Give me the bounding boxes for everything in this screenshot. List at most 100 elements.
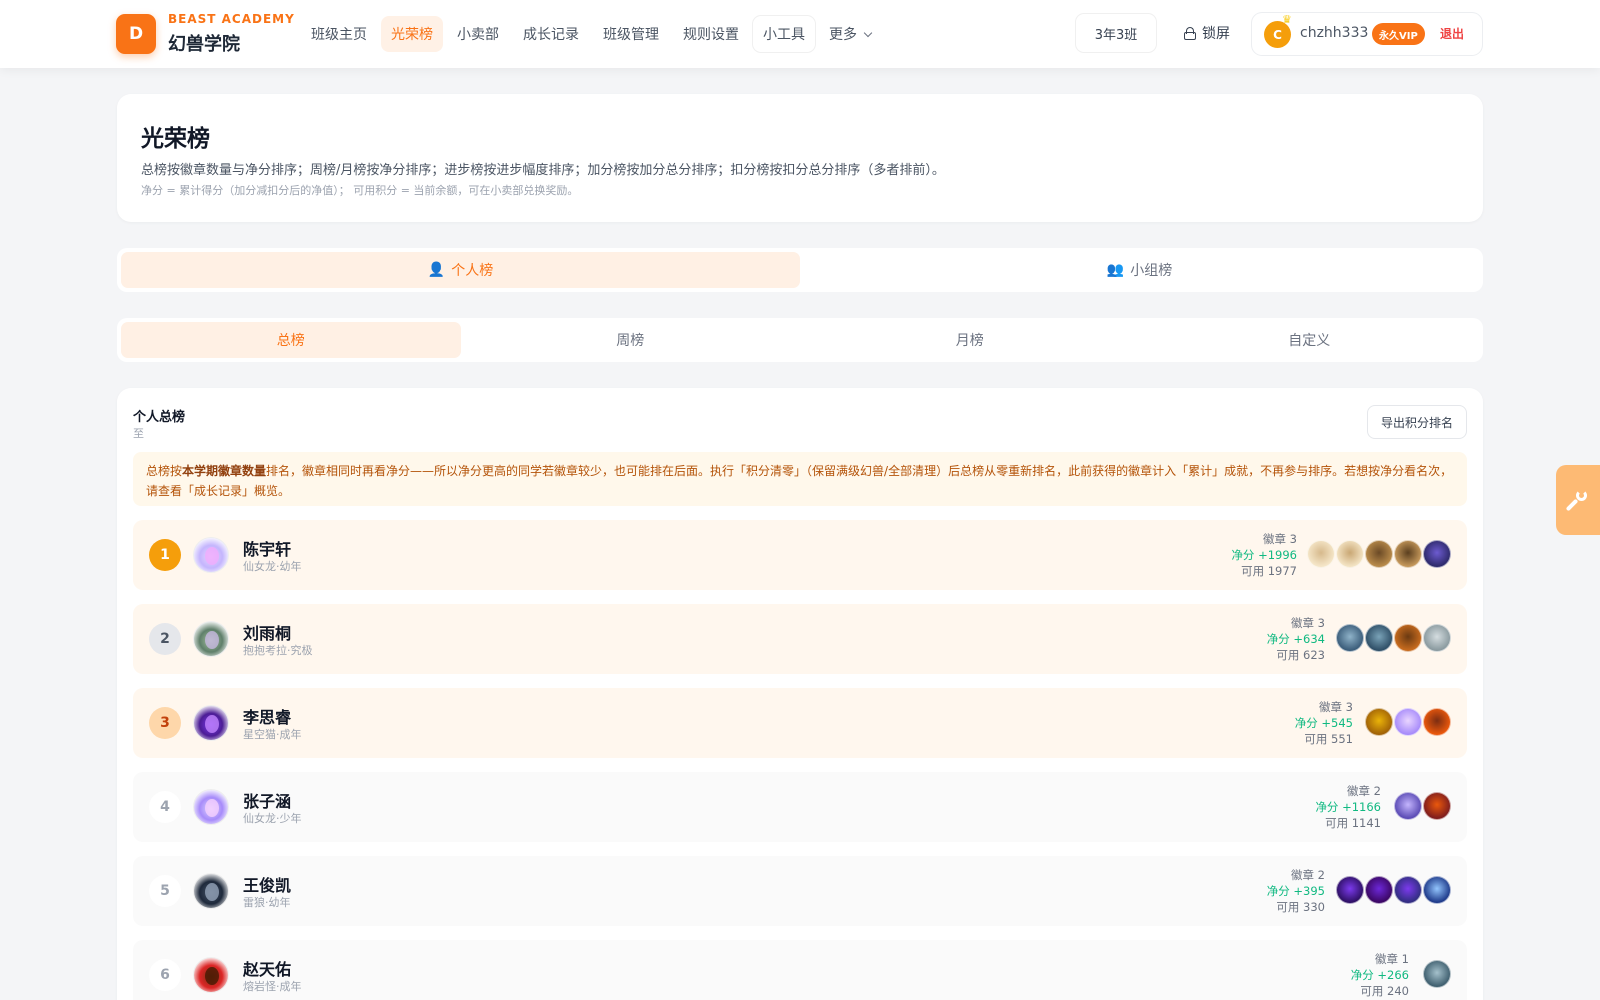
badge-icon[interactable] [1365, 708, 1393, 736]
ranking-title: 个人总榜 [133, 410, 186, 425]
ranking-row[interactable]: 2 刘雨桐 抱抱考拉·究极 徽章 3 净分 +634 可用 623 [133, 604, 1467, 674]
ranking-row[interactable]: 4 张子涵 仙女龙·少年 徽章 2 净分 +1166 可用 1141 [133, 772, 1467, 842]
badge-icon[interactable] [1336, 876, 1364, 904]
top-navbar: D BEAST ACADEMY 幻兽学院 班级主页 光荣榜 小卖部 成长记录 班… [0, 0, 1600, 68]
logout-button[interactable]: 退出 [1440, 25, 1464, 42]
logo-icon[interactable]: D [116, 14, 156, 54]
badge-icon[interactable] [1423, 540, 1451, 568]
lock-screen-label: 锁屏 [1202, 26, 1230, 42]
badge-list [1394, 792, 1451, 820]
pet-avatar [193, 957, 229, 993]
net-score: 净分 +266 [1350, 968, 1409, 982]
pet-info: 熔岩怪·成年 [243, 980, 302, 993]
nav-item-tools[interactable]: 小工具 [753, 16, 815, 52]
badge-count: 徽章 3 [1319, 700, 1353, 714]
available-points: 可用 623 [1276, 648, 1325, 662]
class-selector[interactable]: 3年3班 [1076, 14, 1156, 52]
main-nav: 班级主页 光荣榜 小卖部 成长记录 班级管理 规则设置 小工具 更多 [301, 16, 881, 52]
ranking-card: 个人总榜 至 导出积分排名 总榜按本学期徽章数量排名，徽章相同时再看净分——所以… [117, 388, 1483, 1000]
badge-count: 徽章 3 [1263, 532, 1297, 546]
nav-item-class-management[interactable]: 班级管理 [593, 16, 669, 52]
badge-icon[interactable] [1365, 876, 1393, 904]
badge-list [1307, 540, 1451, 568]
tab-group[interactable]: 👥 小组榜 [800, 252, 1479, 288]
nav-item-honor-board[interactable]: 光荣榜 [381, 16, 443, 52]
pet-info: 抱抱考拉·究极 [243, 644, 313, 657]
badge-icon[interactable] [1423, 708, 1451, 736]
pet-info: 仙女龙·幼年 [243, 560, 302, 573]
page-description: 总榜按徽章数量与净分排序；周榜/月榜按净分排序；进步榜按进步幅度排序；加分榜按加… [141, 163, 945, 178]
person-icon: 👤 [427, 262, 446, 278]
ranking-row[interactable]: 1 陈宇轩 仙女龙·幼年 徽章 3 净分 +1996 可用 1977 [133, 520, 1467, 590]
ranking-row[interactable]: 5 王俊凯 雷狼·幼年 徽章 2 净分 +395 可用 330 [133, 856, 1467, 926]
ranking-notice: 总榜按本学期徽章数量排名，徽章相同时再看净分——所以净分更高的同学若徽章较少，也… [133, 452, 1467, 506]
wrench-icon [1565, 489, 1589, 512]
brand-name-cn[interactable]: 幻兽学院 [168, 30, 240, 56]
badge-icon[interactable] [1336, 624, 1364, 652]
nav-item-more[interactable]: 更多 [819, 16, 881, 52]
net-score: 净分 +545 [1294, 716, 1353, 730]
notice-emphasis: 本学期徽章数量 [182, 464, 267, 478]
nav-item-class-home[interactable]: 班级主页 [301, 16, 377, 52]
rank-number: 6 [149, 959, 181, 991]
pet-avatar [193, 873, 229, 909]
export-ranking-button[interactable]: 导出积分排名 [1367, 405, 1467, 439]
ranking-row[interactable]: 6 赵天佑 熔岩怪·成年 徽章 1 净分 +266 可用 240 [133, 940, 1467, 1000]
badge-list [1365, 708, 1451, 736]
badge-icon[interactable] [1423, 876, 1451, 904]
pet-info: 星空猫·成年 [243, 728, 302, 741]
badge-icon[interactable] [1365, 540, 1393, 568]
lock-icon [1184, 26, 1196, 40]
group-icon: 👥 [1106, 262, 1125, 278]
tab-overall[interactable]: 总榜 [121, 322, 461, 358]
notice-body: 排名，徽章相同时再看净分——所以净分更高的同学若徽章较少，也可能排在后面。执行「… [146, 464, 1453, 498]
period-tabs: 总榜 周榜 月榜 自定义 [117, 318, 1483, 362]
username: chzhh333 [1300, 25, 1369, 41]
pet-avatar [193, 537, 229, 573]
badge-list [1336, 876, 1451, 904]
page-description-note: 净分 = 累计得分（加分减扣分后的净值）； 可用积分 = 当前余额，可在小卖部兑… [141, 184, 579, 197]
badge-icon[interactable] [1394, 876, 1422, 904]
badge-icon[interactable] [1423, 624, 1451, 652]
badge-icon[interactable] [1423, 960, 1451, 988]
badge-icon[interactable] [1394, 792, 1422, 820]
ranking-row[interactable]: 3 李思睿 星空猫·成年 徽章 3 净分 +545 可用 551 [133, 688, 1467, 758]
lock-screen-button[interactable]: 锁屏 [1176, 14, 1238, 52]
nav-item-growth-records[interactable]: 成长记录 [513, 16, 589, 52]
badge-icon[interactable] [1394, 708, 1422, 736]
badge-icon[interactable] [1307, 540, 1335, 568]
scope-tabs: 👤 个人榜 👥 小组榜 [117, 248, 1483, 292]
crown-icon: ♛ [1282, 13, 1292, 26]
nav-item-shop[interactable]: 小卖部 [447, 16, 509, 52]
badge-count: 徽章 2 [1347, 784, 1381, 798]
available-points: 可用 1977 [1241, 564, 1297, 578]
tab-monthly[interactable]: 月榜 [800, 322, 1140, 358]
student-name: 赵天佑 [243, 960, 292, 979]
pet-info: 雷狼·幼年 [243, 896, 291, 909]
pet-info: 仙女龙·少年 [243, 812, 302, 825]
badge-icon[interactable] [1394, 540, 1422, 568]
rank-number: 2 [149, 623, 181, 655]
ranking-date-range: 至 [133, 427, 144, 440]
nav-more-label: 更多 [829, 27, 857, 43]
student-name: 李思睿 [243, 708, 292, 727]
notice-prefix: 总榜按 [146, 464, 183, 478]
student-stats: 徽章 2 净分 +395 可用 330 [1267, 867, 1325, 915]
badge-list [1423, 960, 1451, 988]
badge-icon[interactable] [1336, 540, 1364, 568]
badge-icon[interactable] [1394, 624, 1422, 652]
rank-number: 4 [149, 791, 181, 823]
net-score: 净分 +634 [1266, 632, 1325, 646]
floating-tools-button[interactable] [1556, 465, 1600, 535]
chevron-down-icon [863, 28, 873, 37]
tab-custom[interactable]: 自定义 [1140, 322, 1480, 358]
student-name: 陈宇轩 [243, 540, 292, 559]
badge-icon[interactable] [1423, 792, 1451, 820]
nav-item-rules-settings[interactable]: 规则设置 [673, 16, 749, 52]
brand-name-en: BEAST ACADEMY [168, 12, 295, 26]
tab-group-label: 小组榜 [1130, 263, 1173, 279]
tab-weekly[interactable]: 周榜 [461, 322, 801, 358]
tab-individual[interactable]: 👤 个人榜 [121, 252, 800, 288]
badge-icon[interactable] [1365, 624, 1393, 652]
tab-individual-label: 个人榜 [451, 263, 494, 279]
